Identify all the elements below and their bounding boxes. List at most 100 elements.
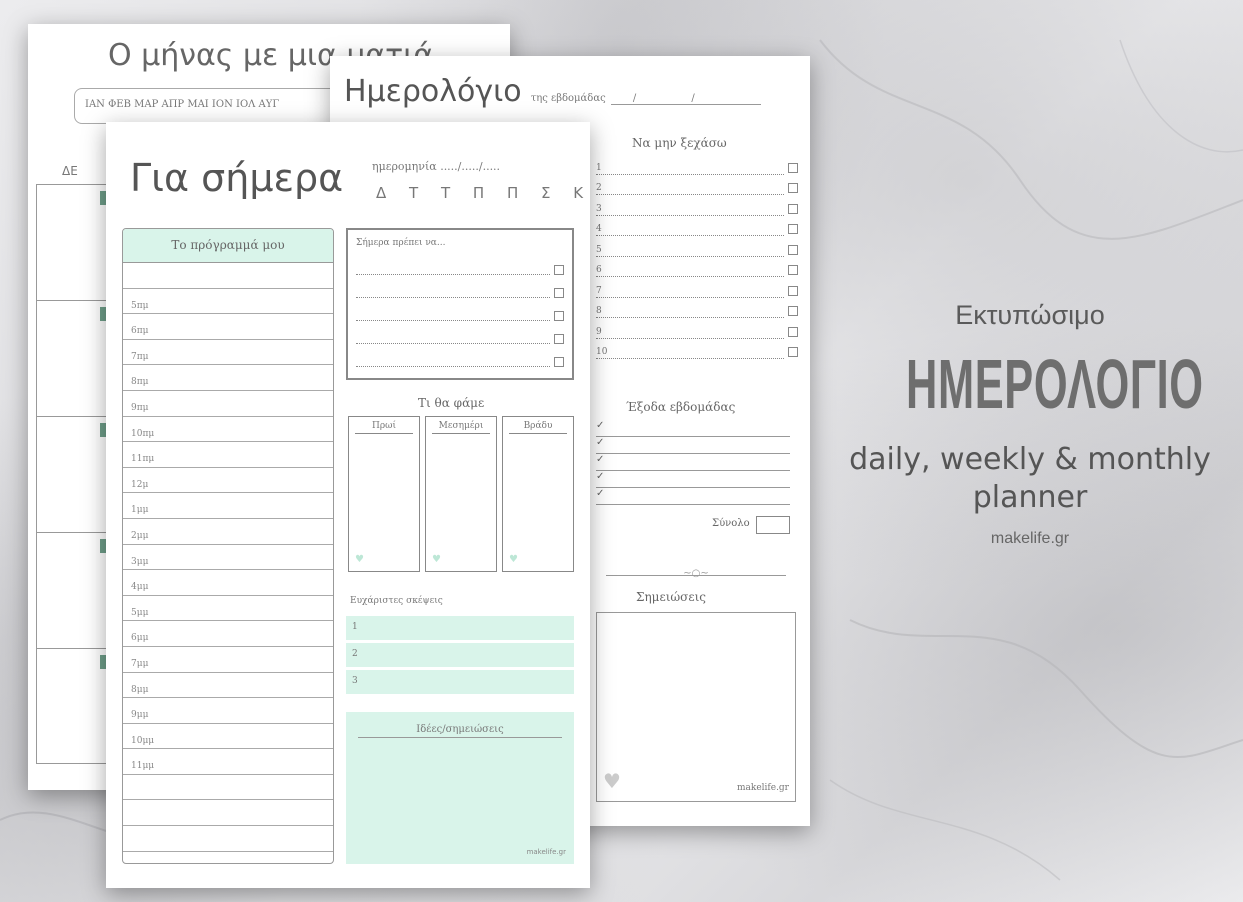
checkbox	[788, 347, 798, 357]
notes-title: Σημειώσεις	[636, 590, 707, 604]
daily-planner-sheet: Για σήμερα ημερομηνία ...../...../..... …	[106, 122, 590, 888]
meal-label: Πρωί	[355, 421, 413, 434]
checkbox	[554, 288, 564, 298]
meal-box-dinner: Βράδυ ♥	[502, 416, 574, 572]
checkbox	[788, 244, 798, 255]
checkbox	[554, 357, 564, 367]
expense-row: ✓	[596, 420, 790, 437]
schedule-slot: 11μμ	[123, 749, 333, 775]
schedule-slot	[123, 852, 333, 863]
forget-row: 4	[596, 216, 798, 236]
calendar-grid	[36, 184, 116, 764]
checkbox	[788, 306, 798, 316]
meal-label: Μεσημέρι	[432, 421, 490, 434]
checkbox	[788, 224, 798, 234]
heart-icon: ♥	[603, 769, 621, 793]
schedule-slot	[123, 263, 333, 289]
must-do-box: Σήμερα πρέπει να...	[346, 228, 574, 380]
forget-row-number: 8	[596, 306, 784, 318]
promo-block: Εκτυπώσιμο ΗΜΕΡΟΛΟΓΙΟ daily, weekly & mo…	[830, 300, 1230, 548]
weekly-date-blank: / /	[610, 93, 761, 105]
checkbox	[554, 265, 564, 275]
checkbox	[788, 265, 798, 275]
thanks-list: 1 2 3	[346, 616, 574, 697]
calendar-week-row	[37, 417, 116, 533]
must-do-row	[356, 344, 564, 367]
schedule-slot: 3μμ	[123, 545, 333, 571]
schedule-slot: 7πμ	[123, 340, 333, 366]
schedule-slot: 8μμ	[123, 673, 333, 699]
expense-row: ✓	[596, 471, 790, 488]
heart-icon: ♥	[355, 554, 364, 565]
forget-row-number: 9	[596, 327, 784, 339]
checkbox	[788, 326, 798, 337]
forget-row: 10	[596, 339, 798, 359]
forget-row-number: 5	[596, 245, 784, 257]
total-box	[756, 516, 790, 534]
must-do-title: Σήμερα πρέπει να...	[356, 238, 446, 248]
expenses-list: ✓ ✓ ✓ ✓ ✓	[596, 420, 790, 505]
schedule-slot: 9πμ	[123, 391, 333, 417]
calendar-week-row	[37, 649, 116, 765]
schedule-box: Το πρόγραμμά μου 5πμ 6πμ 7πμ 8πμ 9πμ 10πμ 11πμ…	[122, 228, 334, 864]
food-title: Τι θα φάμε	[418, 396, 485, 410]
checkbox	[788, 203, 798, 214]
ideas-box: Ιδέες/σημειώσεις makelife.gr	[346, 712, 574, 864]
expense-row: ✓	[596, 454, 790, 471]
forget-row-number: 7	[596, 286, 784, 298]
checkbox	[788, 162, 798, 173]
calendar-week-row	[37, 185, 116, 301]
forget-row-number: 6	[596, 265, 784, 277]
weekly-brand: makelife.gr	[736, 783, 789, 793]
total-label: Σύνολο	[712, 518, 750, 529]
ornament-divider: ~○~	[606, 568, 786, 579]
schedule-slot: 8πμ	[123, 365, 333, 391]
promo-subtitle: Εκτυπώσιμο	[955, 300, 1105, 330]
forget-title: Να μην ξεχάσω	[632, 136, 727, 150]
schedule-slot: 5πμ	[123, 289, 333, 315]
notes-box: ♥ makelife.gr	[596, 612, 796, 802]
schedule-slot: 4μμ	[123, 570, 333, 596]
promo-url: makelife.gr	[990, 530, 1070, 547]
forget-row-number: 10	[596, 347, 784, 359]
heart-icon: ♥	[509, 554, 518, 565]
schedule-slot: 11πμ	[123, 442, 333, 468]
ideas-title: Ιδέες/σημειώσεις	[358, 724, 562, 738]
daily-date-label: ημερομηνία ...../...../.....	[372, 160, 501, 173]
must-do-row	[356, 298, 564, 321]
thanks-row: 3	[346, 670, 574, 694]
schedule-title: Το πρόγραμμά μου	[123, 229, 333, 263]
must-do-row	[356, 252, 564, 275]
schedule-slot: 9μμ	[123, 698, 333, 724]
expense-row: ✓	[596, 488, 790, 505]
thanks-title: Ευχάριστες σκέψεις	[350, 596, 443, 606]
forget-row: 8	[596, 298, 798, 318]
checkbox	[554, 334, 564, 344]
schedule-slot	[123, 800, 333, 827]
checkbox	[788, 183, 798, 193]
schedule-slot: 6πμ	[123, 314, 333, 340]
schedule-slot: 6μμ	[123, 621, 333, 647]
meal-label: Βράδυ	[509, 421, 567, 434]
daily-brand: makelife.gr	[526, 848, 566, 856]
schedule-slot: 10μμ	[123, 724, 333, 750]
thanks-row: 1	[346, 616, 574, 640]
promo-english: daily, weekly & monthly planner	[830, 441, 1230, 516]
forget-row: 3	[596, 195, 798, 216]
schedule-slot: 1μμ	[123, 493, 333, 519]
weekday-letters: Δ Τ Τ Π Π Σ Κ	[376, 184, 593, 202]
schedule-slot	[123, 826, 333, 852]
schedule-slot: 7μμ	[123, 647, 333, 673]
promo-english-line1: daily, weekly & monthly	[849, 442, 1211, 477]
weekly-subtitle: της εβδομάδας	[530, 93, 606, 104]
forget-row-number: 2	[596, 183, 784, 195]
forget-row: 2	[596, 175, 798, 195]
forget-row: 5	[596, 236, 798, 257]
calendar-week-row	[37, 533, 116, 649]
daily-title: Για σήμερα	[130, 156, 344, 200]
weekly-title-row: Ημερολόγιο της εβδομάδας / /	[344, 74, 761, 109]
forget-list: 1 2 3 4 5 6 7 8 9 10	[596, 154, 798, 359]
forget-row-number: 3	[596, 204, 784, 216]
weekday-label: ΔΕ	[62, 164, 78, 178]
schedule-slots: 5πμ 6πμ 7πμ 8πμ 9πμ 10πμ 11πμ 12μ 1μμ 2μμ 3μμ 4μμ 5μ…	[123, 263, 333, 863]
